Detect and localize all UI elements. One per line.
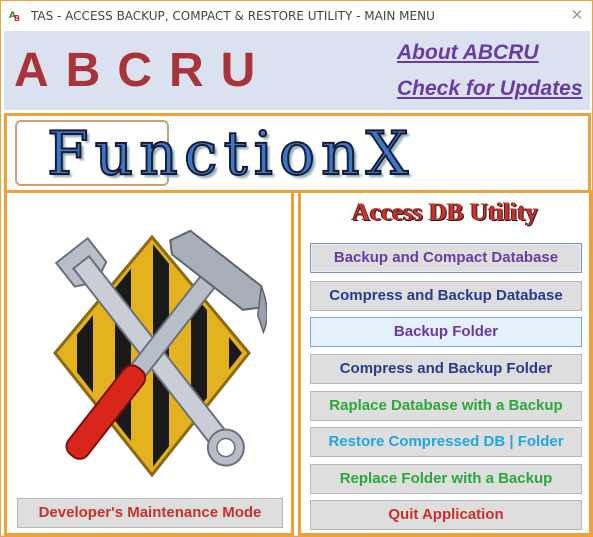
developer-mode-button[interactable]: Developer's Maintenance Mode: [17, 498, 283, 528]
app-brand: ABCRU: [14, 44, 273, 97]
about-link[interactable]: About ABCRU: [397, 41, 539, 65]
compress-backup-folder-button[interactable]: Compress and Backup Folder: [310, 354, 582, 384]
left-panel: Developer's Maintenance Mode: [4, 190, 294, 536]
app-icon: A B: [9, 8, 23, 23]
title-bar: A B TAS - ACCESS BACKUP, COMPACT & RESTO…: [1, 1, 592, 31]
right-panel: Access DB Utility Backup and Compact Dat…: [298, 190, 592, 536]
quit-application-button[interactable]: Quit Application: [310, 500, 582, 530]
banner-logo-text: FunctionX: [46, 119, 415, 189]
replace-database-button[interactable]: Raplace Database with a Backup: [310, 391, 582, 421]
compress-backup-database-button[interactable]: Compress and Backup Database: [310, 281, 582, 311]
backup-folder-button[interactable]: Backup Folder: [310, 317, 582, 347]
panel-title: Access DB Utility: [351, 199, 539, 226]
close-icon[interactable]: ✕: [564, 4, 590, 28]
wrench-hammer-icon: [53, 229, 267, 478]
restore-compressed-button[interactable]: Restore Compressed DB | Folder: [310, 427, 582, 457]
replace-folder-button[interactable]: Replace Folder with a Backup: [310, 464, 582, 494]
backup-compact-database-button[interactable]: Backup and Compact Database: [310, 243, 582, 273]
header: ABCRU About ABCRU Check for Updates: [4, 31, 590, 112]
banner: FunctionX: [4, 113, 591, 193]
check-updates-link[interactable]: Check for Updates: [397, 77, 583, 101]
svg-text:B: B: [14, 14, 20, 22]
window-title: TAS - ACCESS BACKUP, COMPACT & RESTORE U…: [31, 9, 435, 23]
